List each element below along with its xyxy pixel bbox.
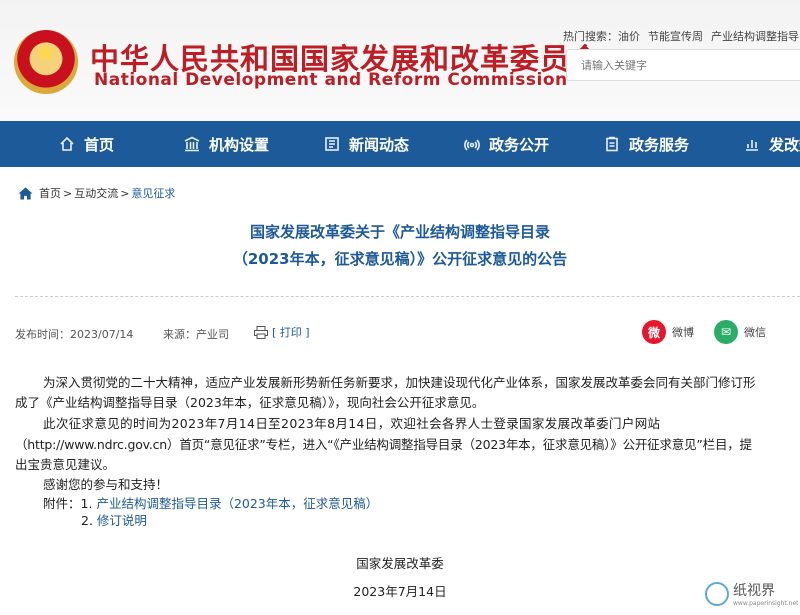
paragraph-2-line-2: （http://www.ndrc.gov.cn）首页“意见征求”专栏，进入“《产… xyxy=(15,437,752,452)
breadcrumb: 首页 > 互动交流 > 意见征求 xyxy=(18,185,175,201)
signature-date: 2023年7月14日 xyxy=(353,584,447,599)
wechat-icon: ✉ xyxy=(714,320,738,344)
paragraph-1-line-2: 成了《产业结构调整指导目录（2023年本，征求意见稿）》，现向社会公开征求意见。 xyxy=(15,395,485,410)
nav-label: 首页 xyxy=(84,135,115,154)
attachment-1-link[interactable]: 产业结构调整指导目录（2023年本，征求意见稿） xyxy=(96,496,378,511)
clipboard-icon xyxy=(603,135,621,153)
nav-item-news[interactable]: 新闻动态 xyxy=(323,121,409,167)
print-button[interactable]: [ 打印 ] xyxy=(254,324,310,340)
share-weibo-button[interactable]: 微 微博 xyxy=(642,320,694,344)
watermark-logo xyxy=(705,582,729,606)
nav-item-services[interactable]: 政务服务 xyxy=(603,121,689,167)
nav-item-gov-affairs[interactable]: 政务公开 xyxy=(463,121,549,167)
nav-label: 新闻动态 xyxy=(349,135,410,154)
chart-icon xyxy=(743,135,761,153)
attachment-2-link[interactable]: 修订说明 xyxy=(97,513,147,528)
share-wechat-button[interactable]: ✉ 微信 xyxy=(714,320,766,344)
search-box[interactable] xyxy=(566,49,800,81)
attachment-2: 2. 修订说明 xyxy=(81,510,147,529)
hot-search-label: 热门搜索： xyxy=(563,30,618,43)
breadcrumb-interaction[interactable]: 互动交流 xyxy=(74,185,118,201)
nav-label: 政务服务 xyxy=(629,135,690,154)
share-weibo-label: 微博 xyxy=(672,326,694,339)
main-nav: 首页 机构设置 新闻动态 政务公开 政务服务 发改数 xyxy=(0,121,800,167)
paragraph-2-line-1: 此次征求意见的时间为2023年7月14日至2023年8月14日，欢迎社会各界人士… xyxy=(43,416,661,431)
nav-item-data[interactable]: 发改数 xyxy=(743,121,800,167)
print-label: [ 打印 ] xyxy=(272,326,310,339)
thanks-text: 感谢您的参与和支持！ xyxy=(43,477,169,492)
article-title-line2: （2023年本，征求意见稿）》公开征求意见的公告 xyxy=(232,250,568,268)
title-divider xyxy=(15,296,800,297)
home-icon xyxy=(58,135,76,153)
signature: 国家发展改革委 xyxy=(356,556,444,571)
broadcast-icon xyxy=(463,135,481,153)
nav-item-organization[interactable]: 机构设置 xyxy=(183,121,269,167)
watermark-url: www.paperinsight.net xyxy=(733,600,799,607)
publish-time: 发布时间：2023/07/14 xyxy=(15,328,134,341)
hot-link-oil[interactable]: 油价 xyxy=(618,30,640,43)
nav-item-home[interactable]: 首页 xyxy=(58,121,114,167)
watermark: 纸视界 www.paperinsight.net xyxy=(705,580,799,612)
share-wechat-label: 微信 xyxy=(744,326,766,339)
attachment-1-number: 1. xyxy=(80,496,93,511)
national-emblem-logo: ★ xyxy=(14,30,78,94)
star-icon: ★ xyxy=(34,38,58,68)
hot-search: 热门搜索：油价 节能宣传周 产业结构调整指导 xyxy=(563,28,800,44)
hot-link-industry[interactable]: 产业结构调整指导 xyxy=(711,30,799,43)
weibo-icon: 微 xyxy=(642,320,666,344)
hot-link-energy-week[interactable]: 节能宣传周 xyxy=(648,30,703,43)
attachments-label: 附件： xyxy=(43,496,81,511)
article-title-line1: 国家发展改革委关于《产业结构调整指导目录 xyxy=(249,223,550,241)
article-source: 来源：产业司 xyxy=(163,328,229,341)
nav-label: 政务公开 xyxy=(489,135,550,154)
watermark-text: 纸视界 xyxy=(733,583,775,599)
site-header: ★ 中华人民共和国国家发展和改革委员会 National Development… xyxy=(0,0,800,121)
breadcrumb-opinion-solicitation[interactable]: 意见征求 xyxy=(131,185,175,201)
breadcrumb-separator: > xyxy=(63,186,73,200)
site-title-en[interactable]: National Development and Reform Commissi… xyxy=(94,70,568,90)
news-icon xyxy=(323,135,341,153)
nav-label: 发改数 xyxy=(769,135,800,154)
search-input[interactable] xyxy=(567,50,800,81)
breadcrumb-home[interactable]: 首页 xyxy=(39,185,61,201)
building-icon xyxy=(183,135,201,153)
paragraph-2-line-3: 出宝贵意见建议。 xyxy=(15,457,116,472)
nav-label: 机构设置 xyxy=(209,135,270,154)
home-icon[interactable] xyxy=(18,186,39,200)
printer-icon xyxy=(254,325,268,339)
breadcrumb-separator: > xyxy=(120,186,130,200)
paragraph-1-line-1: 为深入贯彻党的二十大精神，适应产业发展新形势新任务新要求，加快建设现代化产业体系… xyxy=(43,375,756,390)
attachment-2-number: 2. xyxy=(81,513,93,528)
